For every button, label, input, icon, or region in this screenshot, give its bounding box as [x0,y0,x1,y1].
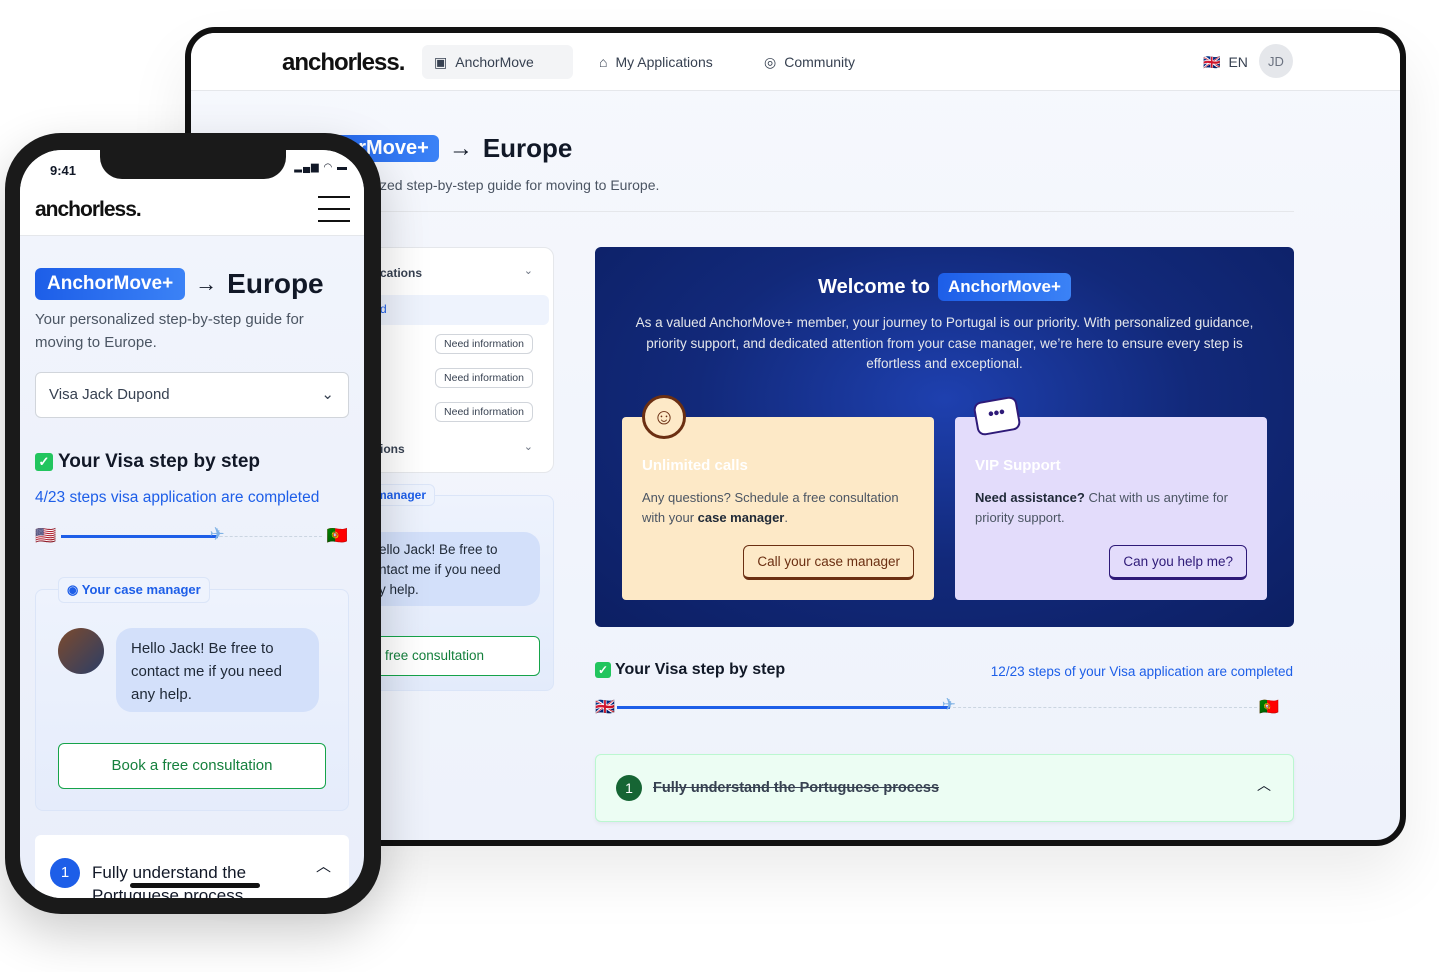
need-information-badge[interactable]: Need information [435,334,533,354]
chevron-down-icon[interactable]: ⌄ [524,440,533,453]
page-title: Europe [482,133,573,163]
welcome-banner: Welcome to AnchorMove+ As a valued Ancho… [595,247,1294,627]
status-icons: ▂▄▆ ◠ ▬ [294,162,348,173]
notch [100,150,286,179]
welcome-text: As a valued AnchorMove+ member, your jou… [635,315,1254,371]
vip-support-card: ••• VIP Support Need assistance? Chat wi… [955,395,1267,600]
book-consultation-button[interactable]: Book a free consultation [58,743,326,789]
progress-text: 4/23 steps visa application are complete… [35,489,320,506]
step-title: Fully understand the Portuguese process [92,863,247,898]
chevron-up-icon[interactable]: ︿ [316,855,331,876]
headset-icon: ☺ [642,395,686,439]
need-information-badge[interactable]: Need information [435,368,533,388]
nav-community[interactable]: ◎ Community [752,45,867,79]
phone-frame: 9:41 ▂▄▆ ◠ ▬ anchorless. AnchorMove+ → E… [5,133,381,914]
home-icon: ⌂ [599,54,608,70]
passport-icon: ▣ [434,53,448,70]
manager-avatar [58,628,104,674]
airplane-icon: ✈ [941,695,957,714]
chevron-down-icon: ⌄ [321,386,334,403]
book-consultation-button[interactable]: free consultation [357,636,540,676]
step-number: 1 [616,775,642,801]
progress-bar [61,535,218,538]
avatar[interactable]: JD [1259,44,1293,78]
card-title: VIP Support [975,457,1061,474]
visa-select[interactable]: Visa Jack Dupond ⌄ [35,372,349,418]
language-selector[interactable]: 🇬🇧 EN [1191,45,1260,79]
need-information-badge[interactable]: Need information [435,402,533,422]
unlimited-calls-card: ☺ Unlimited calls Any questions? Schedul… [622,395,934,600]
portugal-flag-icon: 🇵🇹 [326,526,348,545]
card-title: Unlimited calls [642,457,748,474]
globe-icon: ◎ [764,53,777,70]
uk-flag-icon: 🇬🇧 [595,699,615,716]
step-title: Fully understand the Portuguese process [653,780,940,796]
arrow-icon: → [195,271,218,296]
progress-track: 🇺🇸 ✈ 🇵🇹 [35,524,348,548]
menu-icon[interactable] [318,196,350,222]
us-flag-icon: 🇺🇸 [35,526,57,545]
anchormove-badge: AnchorMove+ [35,268,186,300]
chat-bubble: Hello Jack! Be free to contact me if you… [116,628,319,712]
check-icon: ✓ [35,453,53,471]
steps-heading: ✓ Your Visa step by step [35,451,260,473]
phone-screen: 9:41 ▂▄▆ ◠ ▬ anchorless. AnchorMove+ → E… [20,150,364,898]
nav-my-applications[interactable]: ⌂ My Applications [587,45,725,79]
arrow-icon: → [448,134,473,162]
check-icon: ✓ [595,662,611,678]
case-manager-panel: ◉ Your case manager Hello Jack! Be free … [35,577,349,811]
card-text: Any questions? Schedule a free consultat… [642,490,899,525]
section-header[interactable]: cations [380,266,422,280]
step-accordion[interactable]: 1 Fully understand the Portuguese proces… [35,835,349,898]
case-manager-tab: ◉ Your case manager [58,577,210,603]
phone-header: 9:41 ▂▄▆ ◠ ▬ anchorless. [20,150,364,236]
page-title: Europe [227,268,324,299]
airplane-icon: ✈ [209,524,225,544]
progress-text: 12/23 steps of your Visa application are… [990,664,1293,679]
logo[interactable]: anchorless. [35,198,142,222]
steps-heading: ✓ Your Visa step by step [595,661,785,679]
welcome-title: Welcome to [818,275,930,298]
top-nav: anchorless. ▣ AnchorMove ⌂ My Applications… [191,33,1400,91]
anchormove-badge: AnchorMove+ [937,273,1071,301]
chevron-down-icon[interactable]: ⌄ [524,264,533,277]
call-case-manager-button[interactable]: Call your case manager [743,545,914,580]
section-header[interactable]: ions [380,442,405,456]
home-indicator [130,883,260,888]
chat-bubble: ello Jack! Be free to ntact me if you ne… [357,532,540,606]
nav-anchormove[interactable]: ▣ AnchorMove [422,45,573,79]
help-button[interactable]: Can you help me? [1109,545,1247,580]
step-accordion[interactable]: 1 Fully understand the Portuguese proces… [595,754,1294,822]
progress-bar [617,706,950,709]
chat-bubble-icon: ••• [972,395,1022,437]
page-subtitle: Your personalized step-by-step guide for… [35,311,304,351]
chevron-up-icon[interactable]: ︿ [1257,775,1271,795]
progress-track: 🇬🇧 ✈ 🇵🇹 [595,695,1279,719]
user-icon: ◉ [67,582,82,597]
status-time: 9:41 [50,163,77,178]
uk-flag-icon: 🇬🇧 [1203,53,1221,70]
divider [286,211,1294,212]
step-number: 1 [50,858,80,888]
logo[interactable]: anchorless. [282,49,405,77]
card-text: Need assistance? Chat with us anytime fo… [975,490,1228,525]
portugal-flag-icon: 🇵🇹 [1259,699,1279,716]
